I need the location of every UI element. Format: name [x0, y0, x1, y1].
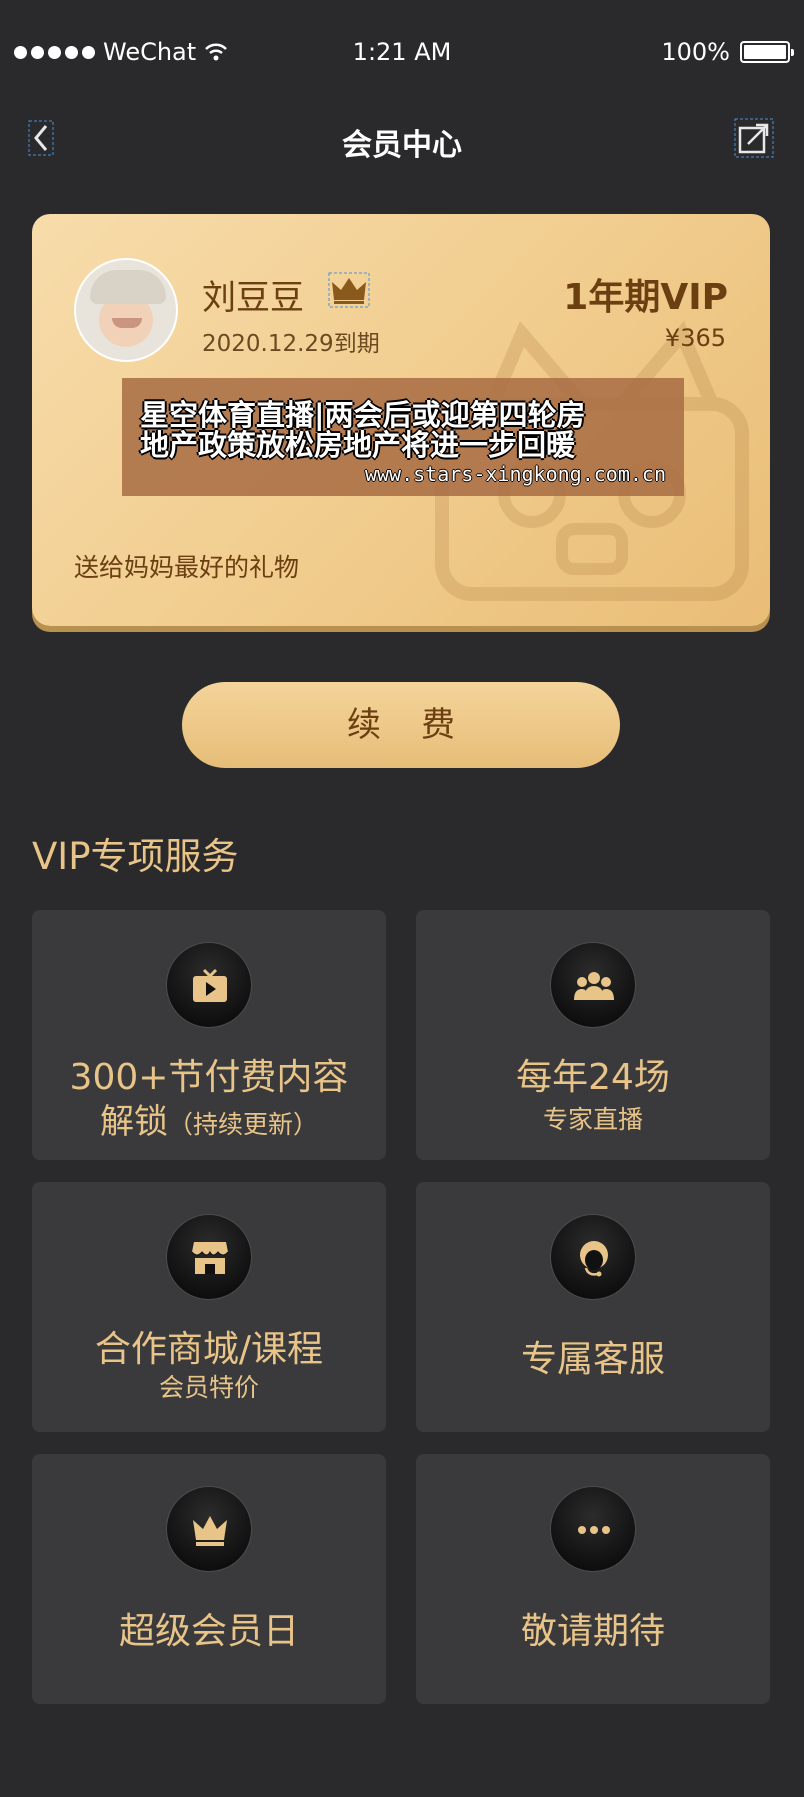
service-mall-courses[interactable]: 合作商城/课程 会员特价 — [32, 1182, 386, 1432]
service-title: 每年24场 — [516, 1057, 670, 1098]
share-icon[interactable] — [734, 118, 774, 158]
service-live-sessions[interactable]: 每年24场 专家直播 — [416, 910, 770, 1160]
status-bar: WeChat 1:21 AM 100% — [0, 0, 804, 104]
service-member-day[interactable]: 超级会员日 — [32, 1454, 386, 1704]
page-title: 会员中心 — [342, 128, 462, 163]
section-title: VIP专项服务 — [32, 835, 239, 878]
service-customer-service[interactable]: 专属客服 — [416, 1182, 770, 1432]
customer-service-icon — [550, 1214, 636, 1300]
more-icon — [550, 1486, 636, 1572]
service-subtitle-main: 解锁 — [99, 1102, 168, 1142]
service-coming-soon[interactable]: 敬请期待 — [416, 1454, 770, 1704]
tv-icon — [166, 942, 252, 1028]
plan-name: 1年期VIP — [563, 277, 728, 318]
service-title: 合作商城/课程 — [94, 1329, 324, 1370]
avatar — [74, 258, 178, 362]
user-name: 刘豆豆 — [202, 278, 304, 318]
crown-icon — [166, 1486, 252, 1572]
battery-percent: 100% — [661, 38, 730, 66]
store-icon — [166, 1214, 252, 1300]
gift-text: 送给妈妈最好的礼物 — [74, 553, 300, 582]
ad-overlay: 星空体育直播|两会后或迎第四轮房 地产政策放松房地产将进一步回暖 www.sta… — [122, 378, 684, 496]
battery-icon — [740, 41, 794, 63]
crown-badge-icon — [328, 272, 370, 308]
service-subtitle: 解锁（持续更新） — [32, 1094, 386, 1143]
service-title: 敬请期待 — [520, 1611, 665, 1652]
group-icon — [550, 942, 636, 1028]
nav-bar: 会员中心 — [0, 104, 804, 174]
expiry-date: 2020.12.29到期 — [202, 331, 380, 357]
renew-button[interactable]: 续费 — [182, 682, 620, 768]
service-title: 300+节付费内容 — [69, 1057, 349, 1098]
battery-group: 100% — [661, 38, 794, 66]
service-subtitle: 专家直播 — [542, 1105, 643, 1134]
plan-price: ¥365 — [664, 324, 726, 352]
service-title: 超级会员日 — [118, 1611, 299, 1652]
service-subtitle: 会员特价 — [158, 1373, 259, 1402]
service-title: 专属客服 — [520, 1339, 665, 1380]
service-paid-content[interactable]: 300+节付费内容 解锁（持续更新） — [32, 910, 386, 1160]
ad-url: www.stars-xingkong.com.cn — [364, 462, 666, 486]
service-subtitle-note: （持续更新） — [167, 1110, 318, 1139]
ad-headline-2: 地产政策放松房地产将进一步回暖 — [140, 428, 576, 462]
